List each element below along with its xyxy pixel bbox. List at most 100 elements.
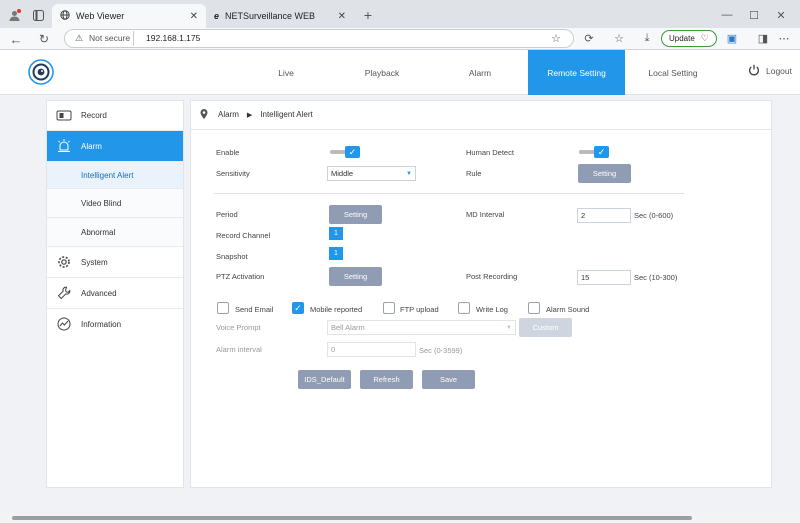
sensitivity-select[interactable]: Middle ▼ xyxy=(327,166,416,181)
write-log-checkbox[interactable] xyxy=(458,302,470,314)
post-recording-label: Post Recording xyxy=(466,272,518,281)
snapshot-label: Snapshot xyxy=(216,252,248,261)
tab-label: Web Viewer xyxy=(76,11,125,21)
send-email-checkbox[interactable] xyxy=(217,302,229,314)
human-detect-toggle[interactable]: ✓ xyxy=(579,146,609,158)
md-interval-input[interactable]: 2 xyxy=(577,208,631,223)
alarm-interval-label: Alarm interval xyxy=(216,345,262,354)
edge-bar-icon[interactable]: ▣ xyxy=(726,31,738,46)
power-icon xyxy=(748,64,760,78)
period-setting-button[interactable]: Setting xyxy=(329,205,382,224)
refresh-icon[interactable]: ↻ xyxy=(36,31,52,47)
gear-icon xyxy=(47,255,81,269)
sidebar-item-intelligent-alert[interactable]: Intelligent Alert xyxy=(47,162,183,189)
sidebar-item-record[interactable]: Record xyxy=(47,101,183,131)
sensitivity-label: Sensitivity xyxy=(216,169,250,178)
voice-prompt-value: Bell Alarm xyxy=(331,323,365,332)
edge-ie-icon: e xyxy=(214,11,220,21)
post-recording-input[interactable]: 15 xyxy=(577,270,631,285)
alarm-sound-label: Alarm Sound xyxy=(546,305,590,314)
close-tab-icon[interactable]: ✕ xyxy=(190,11,198,22)
favorites-icon[interactable]: ☆ xyxy=(612,31,626,46)
section-divider xyxy=(214,193,684,194)
favorite-star-icon[interactable]: ☆ xyxy=(549,31,563,46)
sensitivity-value: Middle xyxy=(331,169,354,178)
voice-prompt-select[interactable]: Bell Alarm ▼ xyxy=(327,320,516,335)
minimize-icon[interactable]: — xyxy=(718,8,736,22)
send-email-label: Send Email xyxy=(235,305,274,314)
alarm-sound-checkbox[interactable] xyxy=(528,302,540,314)
address-divider xyxy=(133,31,134,46)
address-bar[interactable] xyxy=(64,29,574,48)
sidebar-item-system[interactable]: System xyxy=(47,247,183,278)
check-icon: ✓ xyxy=(594,146,609,158)
sidebar-label: Alarm xyxy=(81,141,102,151)
check-icon: ✓ xyxy=(294,302,302,313)
dropdown-arrow-icon: ▼ xyxy=(406,170,412,177)
profile-icon[interactable] xyxy=(6,8,22,22)
post-recording-unit: Sec (10-300) xyxy=(634,273,678,282)
more-icon[interactable]: ⋯ xyxy=(778,31,790,46)
dropdown-arrow-icon: ▼ xyxy=(506,324,512,331)
custom-button[interactable]: Custom xyxy=(519,318,572,337)
scrollbar-thumb[interactable] xyxy=(12,516,692,520)
nav-live[interactable]: Live xyxy=(248,50,324,95)
warning-icon[interactable]: ⚠ xyxy=(73,32,85,45)
sidebar-item-advanced[interactable]: Advanced xyxy=(47,278,183,309)
nav-remote-setting[interactable]: Remote Setting xyxy=(528,50,625,95)
write-log-label: Write Log xyxy=(476,305,508,314)
alarm-interval-input[interactable]: 0 xyxy=(327,342,416,357)
md-interval-unit: Sec (0-600) xyxy=(634,211,674,220)
record-channel-1[interactable]: 1 xyxy=(329,227,343,240)
rule-label: Rule xyxy=(466,169,482,178)
tab-actions-icon[interactable] xyxy=(30,8,46,22)
heart-icon: ♡ xyxy=(700,33,709,43)
close-tab-icon[interactable]: ✕ xyxy=(338,11,346,22)
wrench-icon xyxy=(47,286,81,300)
breadcrumb: Alarm ▶ Intelligent Alert xyxy=(190,100,772,130)
maximize-icon[interactable]: ☐ xyxy=(745,8,763,22)
breadcrumb-section[interactable]: Alarm xyxy=(218,110,239,119)
save-button[interactable]: Save xyxy=(422,370,475,389)
refresh-button[interactable]: Refresh xyxy=(360,370,413,389)
close-window-icon[interactable]: ✕ xyxy=(772,8,790,22)
update-label: Update xyxy=(669,34,695,43)
sidebar-toggle-icon[interactable]: ◨ xyxy=(757,31,769,46)
settings-panel xyxy=(190,100,772,488)
url-text[interactable]: 192.168.1.175 xyxy=(146,33,200,43)
sidebar-item-information[interactable]: Information xyxy=(47,309,183,339)
alarm-siren-icon xyxy=(47,139,81,153)
sidebar-item-alarm[interactable]: Alarm xyxy=(47,131,183,162)
back-icon[interactable]: ← xyxy=(8,31,24,47)
update-button[interactable]: Update ♡ xyxy=(661,30,717,47)
downloads-icon[interactable]: ⤓ xyxy=(640,31,654,46)
ptz-activation-label: PTZ Activation xyxy=(216,272,265,281)
ftp-upload-checkbox[interactable] xyxy=(383,302,395,314)
tab-web-viewer[interactable]: Web Viewer ✕ xyxy=(52,4,206,28)
check-icon: ✓ xyxy=(345,146,360,158)
nav-playback[interactable]: Playback xyxy=(344,50,420,95)
sidebar-item-video-blind[interactable]: Video Blind xyxy=(47,189,183,218)
nav-local-setting[interactable]: Local Setting xyxy=(635,50,711,95)
tab-netsurveillance[interactable]: e NETSurveillance WEB ✕ xyxy=(206,4,354,28)
alarm-interval-unit: Sec (0-3599) xyxy=(419,346,463,355)
extensions-icon[interactable]: ⟳ xyxy=(583,31,595,46)
new-tab-icon[interactable]: + xyxy=(360,7,376,23)
snapshot-channel-1[interactable]: 1 xyxy=(329,247,343,260)
enable-label: Enable xyxy=(216,148,240,157)
rule-setting-button[interactable]: Setting xyxy=(578,164,631,183)
logout-button[interactable]: Logout xyxy=(748,64,792,78)
globe-icon xyxy=(60,10,70,22)
enable-toggle[interactable]: ✓ xyxy=(330,146,360,158)
mobile-reported-checkbox[interactable]: ✓ xyxy=(292,302,304,314)
md-interval-label: MD Interval xyxy=(466,210,505,219)
sidebar-label: Information xyxy=(81,319,122,329)
logout-label: Logout xyxy=(766,66,792,76)
ptz-setting-button[interactable]: Setting xyxy=(329,267,382,286)
record-icon xyxy=(47,110,81,121)
sidebar-item-abnormal[interactable]: Abnormal xyxy=(47,218,183,247)
default-button[interactable]: IDS_Default xyxy=(298,370,351,389)
ftp-upload-label: FTP upload xyxy=(400,305,439,314)
nav-alarm[interactable]: Alarm xyxy=(442,50,518,95)
sidebar-label: Record xyxy=(81,111,107,120)
